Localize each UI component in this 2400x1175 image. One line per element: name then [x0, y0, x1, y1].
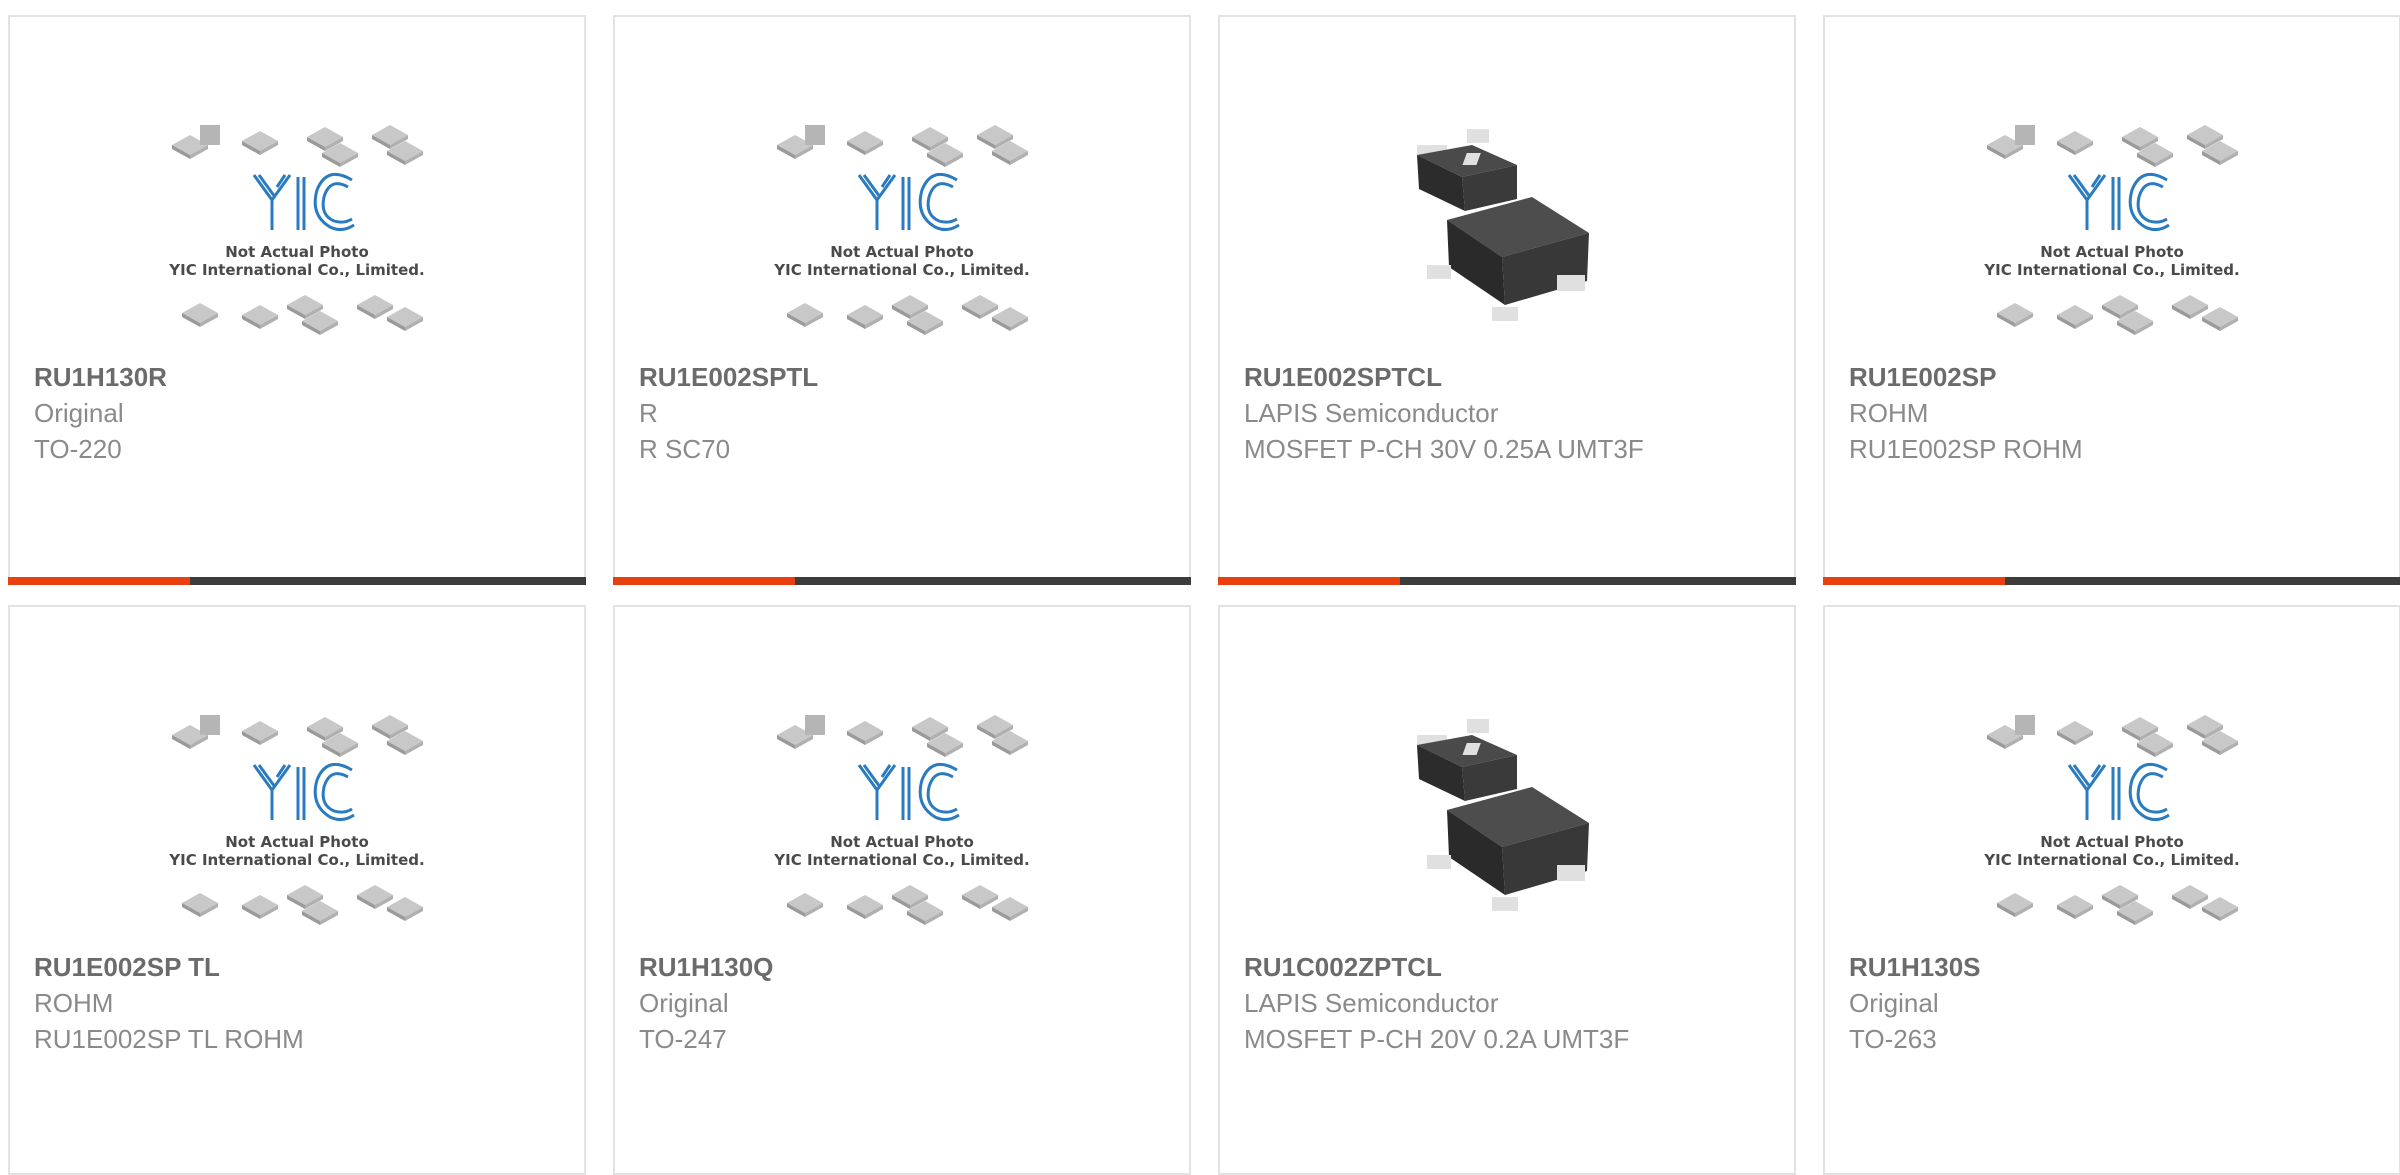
description: TO-247 [639, 1024, 727, 1054]
manufacturer: ROHM [34, 988, 114, 1018]
product-image[interactable]: Not Actual Photo YIC International Co., … [615, 87, 1189, 362]
card-accent-bar [1823, 577, 2005, 585]
placeholder-image: Not Actual Photo YIC International Co., … [773, 714, 1030, 925]
description: MOSFET P-CH 30V 0.25A UMT3F [1244, 434, 1644, 464]
card-bottom-bar [613, 577, 1191, 585]
product-card[interactable]: Not Actual Photo YIC International Co., … [8, 605, 586, 1175]
product-card[interactable]: Not Actual Photo YIC International Co., … [1823, 15, 2400, 585]
description: R SC70 [639, 434, 731, 464]
card-accent-bar [613, 577, 795, 585]
product-info: RU1E002SP ROHM RU1E002SP ROHM [1849, 359, 2379, 467]
placeholder-image: Not Actual Photo YIC International Co., … [1983, 124, 2240, 335]
description: RU1E002SP ROHM [1849, 434, 2083, 464]
placeholder-company: YIC International Co., Limited. [168, 261, 424, 279]
product-grid: Not Actual Photo YIC International Co., … [8, 15, 2400, 1175]
product-info: RU1H130R Original TO-220 [34, 359, 564, 467]
part-number[interactable]: RU1E002SPTL [639, 359, 1169, 395]
sot-package-image [1417, 718, 1589, 911]
sot-package-image [1417, 128, 1589, 321]
placeholder-image: Not Actual Photo YIC International Co., … [168, 714, 425, 925]
part-number[interactable]: RU1H130R [34, 359, 564, 395]
part-number[interactable]: RU1C002ZPTCL [1244, 949, 1774, 985]
card-accent-bar [1218, 577, 1400, 585]
product-image[interactable]: Not Actual Photo YIC International Co., … [1825, 677, 2399, 952]
manufacturer: LAPIS Semiconductor [1244, 398, 1499, 428]
product-info: RU1H130Q Original TO-247 [639, 949, 1169, 1057]
placeholder-caption: Not Actual Photo [830, 833, 974, 851]
manufacturer: Original [639, 988, 729, 1018]
placeholder-caption: Not Actual Photo [225, 833, 369, 851]
card-bottom-bar [8, 577, 586, 585]
description: TO-220 [34, 434, 122, 464]
manufacturer: Original [1849, 988, 1939, 1018]
manufacturer: ROHM [1849, 398, 1929, 428]
product-info: RU1E002SP TL ROHM RU1E002SP TL ROHM [34, 949, 564, 1057]
placeholder-company: YIC International Co., Limited. [773, 851, 1029, 869]
product-info: RU1E002SPTL R R SC70 [639, 359, 1169, 467]
manufacturer: R [639, 398, 658, 428]
part-number[interactable]: RU1E002SPTCL [1244, 359, 1774, 395]
product-image[interactable]: Not Actual Photo YIC International Co., … [615, 677, 1189, 952]
part-number[interactable]: RU1E002SP [1849, 359, 2379, 395]
manufacturer: Original [34, 398, 124, 428]
placeholder-company: YIC International Co., Limited. [1983, 261, 2239, 279]
part-number[interactable]: RU1E002SP TL [34, 949, 564, 985]
description: RU1E002SP TL ROHM [34, 1024, 304, 1054]
placeholder-image: Not Actual Photo YIC International Co., … [1983, 714, 2240, 925]
placeholder-image: Not Actual Photo YIC International Co., … [168, 124, 425, 335]
product-info: RU1C002ZPTCL LAPIS Semiconductor MOSFET P-… [1244, 949, 1774, 1057]
card-accent-bar [8, 577, 190, 585]
placeholder-image: Not Actual Photo YIC International Co., … [773, 124, 1030, 335]
placeholder-company: YIC International Co., Limited. [1983, 851, 2239, 869]
placeholder-company: YIC International Co., Limited. [168, 851, 424, 869]
product-image[interactable] [1220, 87, 1794, 362]
description: TO-263 [1849, 1024, 1937, 1054]
placeholder-company: YIC International Co., Limited. [773, 261, 1029, 279]
card-bottom-bar [1218, 577, 1796, 585]
placeholder-caption: Not Actual Photo [830, 243, 974, 261]
product-image[interactable]: Not Actual Photo YIC International Co., … [10, 677, 584, 952]
product-info: RU1H130S Original TO-263 [1849, 949, 2379, 1057]
product-card[interactable]: Not Actual Photo YIC International Co., … [613, 605, 1191, 1175]
product-image[interactable]: Not Actual Photo YIC International Co., … [1825, 87, 2399, 362]
product-image[interactable]: Not Actual Photo YIC International Co., … [10, 87, 584, 362]
part-number[interactable]: RU1H130S [1849, 949, 2379, 985]
description: MOSFET P-CH 20V 0.2A UMT3F [1244, 1024, 1630, 1054]
product-card[interactable]: Not Actual Photo YIC International Co., … [1823, 605, 2400, 1175]
placeholder-caption: Not Actual Photo [225, 243, 369, 261]
product-card[interactable]: RU1E002SPTCL LAPIS Semiconductor MOSFET P-… [1218, 15, 1796, 585]
product-card[interactable]: Not Actual Photo YIC International Co., … [613, 15, 1191, 585]
product-card[interactable]: RU1C002ZPTCL LAPIS Semiconductor MOSFET P-… [1218, 605, 1796, 1175]
part-number[interactable]: RU1H130Q [639, 949, 1169, 985]
placeholder-caption: Not Actual Photo [2040, 243, 2184, 261]
product-card[interactable]: Not Actual Photo YIC International Co., … [8, 15, 586, 585]
manufacturer: LAPIS Semiconductor [1244, 988, 1499, 1018]
product-image[interactable] [1220, 677, 1794, 952]
placeholder-caption: Not Actual Photo [2040, 833, 2184, 851]
card-bottom-bar [1823, 577, 2400, 585]
product-info: RU1E002SPTCL LAPIS Semiconductor MOSFET P-… [1244, 359, 1774, 467]
